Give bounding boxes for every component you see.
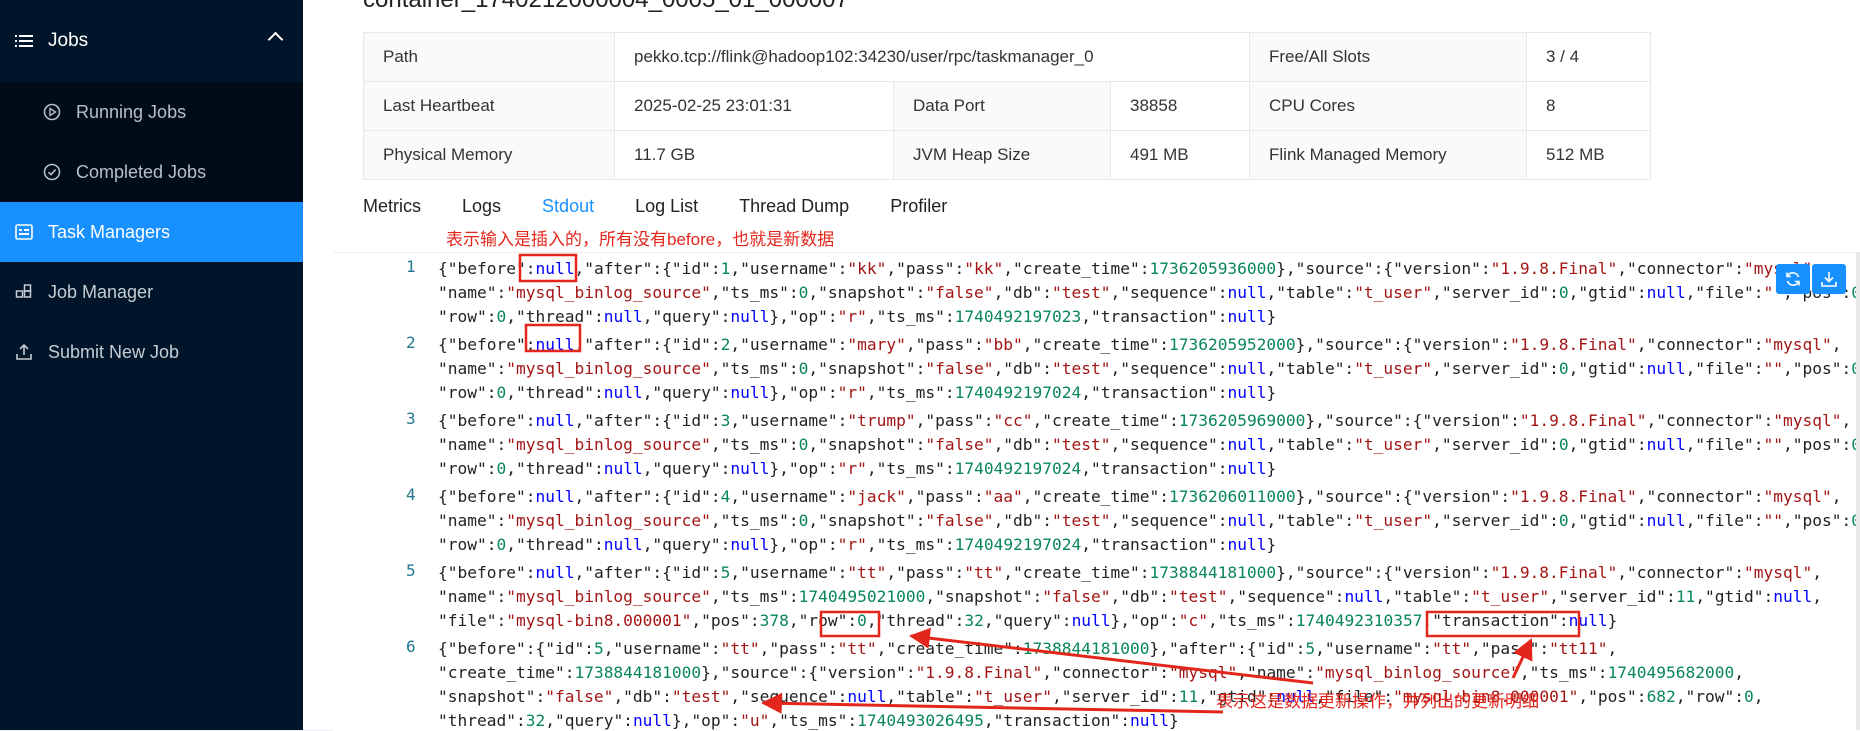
page-title: container_1740212000004_0005_01_000007: [363, 0, 849, 14]
cluster-icon: [14, 282, 34, 302]
tab-log-list[interactable]: Log List: [635, 196, 698, 220]
stdout-log-viewer[interactable]: 1 {"before":null,"after":{"id":1,"usernam…: [333, 252, 1860, 731]
tab-stdout[interactable]: Stdout: [542, 196, 594, 220]
sidebar-item-job-manager[interactable]: Job Manager: [0, 262, 303, 322]
log-line: 3 {"before":null,"after":{"id":3,"usernam…: [333, 405, 1860, 481]
log-text: {"before":null,"after":{"id":3,"username…: [438, 411, 1852, 430]
cpu-label: CPU Cores: [1249, 81, 1527, 131]
jvmheap-value: 491 MB: [1110, 130, 1250, 180]
line-number: 5: [406, 561, 416, 580]
cpu-value: 8: [1526, 81, 1651, 131]
log-line: 2 {"before":null,"after":{"id":2,"usernam…: [333, 329, 1860, 405]
log-text: "name":"mysql_binlog_source","ts_ms":0,"…: [438, 435, 1860, 454]
log-text: "row":0,"thread":null,"query":null},"op"…: [438, 459, 1277, 478]
log-text: {"before":null,"after":{"id":2,"username…: [438, 335, 1842, 354]
log-text: {"before":null,"after":{"id":5,"username…: [438, 563, 1822, 582]
tab-profiler[interactable]: Profiler: [890, 196, 947, 220]
log-text: "create_time":1738844181000},"source":{"…: [438, 663, 1745, 682]
log-line: 1 {"before":null,"after":{"id":1,"usernam…: [333, 253, 1860, 329]
log-text: {"before":{"id":5,"username":"tt","pass"…: [438, 639, 1618, 658]
main-content: container_1740212000004_0005_01_000007 P…: [303, 0, 1860, 731]
log-text: "row":0,"thread":null,"query":null},"op"…: [438, 307, 1277, 326]
download-icon: [1821, 272, 1837, 287]
slots-value: 3 / 4: [1526, 32, 1651, 82]
physmem-value: 11.7 GB: [614, 130, 894, 180]
list-icon: [14, 31, 34, 51]
scrollbar[interactable]: [1856, 252, 1860, 730]
download-button[interactable]: [1812, 264, 1846, 294]
log-text: "row":0,"thread":null,"query":null},"op"…: [438, 535, 1277, 554]
sidebar-item-completed-jobs[interactable]: Completed Jobs: [0, 142, 303, 202]
line-number: 1: [406, 257, 416, 276]
heartbeat-value: 2025-02-25 23:01:31: [614, 81, 894, 131]
sidebar-item-label: Task Managers: [48, 221, 171, 242]
tab-bar: Metrics Logs Stdout Log List Thread Dump…: [363, 196, 988, 220]
tab-logs[interactable]: Logs: [462, 196, 501, 220]
tab-thread-dump[interactable]: Thread Dump: [739, 196, 849, 220]
sidebar-group-label: Jobs: [48, 30, 89, 51]
log-line: 5 {"before":null,"after":{"id":5,"usernam…: [333, 557, 1860, 633]
annotation-update-note: 表示这是数据更新操作，并列出的更新明细: [1216, 692, 1539, 711]
log-toolbar: [1774, 264, 1846, 294]
sidebar-item-task-managers[interactable]: Task Managers: [0, 202, 303, 262]
log-text: "snapshot":"false","db":"test","sequence…: [438, 687, 1764, 706]
sidebar-group-jobs[interactable]: Jobs: [0, 0, 303, 82]
annotation-insert-note: 表示输入是插入的，所有没有before，也就是新数据: [446, 230, 835, 249]
check-circle-icon: [42, 162, 62, 182]
taskmanager-info-table: Path pekko.tcp://flink@hadoop102:34230/u…: [363, 32, 1651, 180]
sidebar-submenu: Running Jobs Completed Jobs: [0, 82, 303, 202]
log-text: "file":"mysql-bin8.000001","pos":378,"ro…: [438, 611, 1618, 630]
refresh-icon: [1786, 272, 1800, 286]
sidebar-item-label: Job Manager: [48, 281, 154, 302]
sidebar: Jobs Running Jobs Completed Jobs Task Ma…: [0, 0, 303, 730]
log-text: "row":0,"thread":null,"query":null},"op"…: [438, 383, 1277, 402]
sidebar-item-label: Running Jobs: [76, 101, 187, 122]
dataport-value: 38858: [1110, 81, 1250, 131]
line-number: 6: [406, 637, 416, 656]
flinkmem-label: Flink Managed Memory: [1249, 130, 1527, 180]
refresh-button[interactable]: [1776, 264, 1810, 294]
tab-metrics[interactable]: Metrics: [363, 196, 421, 220]
log-text: "name":"mysql_binlog_source","ts_ms":0,"…: [438, 359, 1860, 378]
log-text: "name":"mysql_binlog_source","ts_ms":0,"…: [438, 511, 1860, 530]
physmem-label: Physical Memory: [363, 130, 615, 180]
log-line: 6 {"before":{"id":5,"username":"tt","pass…: [333, 633, 1860, 731]
flinkmem-value: 512 MB: [1526, 130, 1651, 180]
path-value: pekko.tcp://flink@hadoop102:34230/user/r…: [614, 32, 1250, 82]
dashboard-icon: [14, 222, 34, 242]
play-circle-icon: [42, 102, 62, 122]
sidebar-item-submit-new-job[interactable]: Submit New Job: [0, 322, 303, 382]
line-number: 3: [406, 409, 416, 428]
sidebar-item-label: Submit New Job: [48, 341, 180, 362]
slots-label: Free/All Slots: [1249, 32, 1527, 82]
dataport-label: Data Port: [893, 81, 1111, 131]
upload-icon: [14, 342, 34, 362]
line-number: 2: [406, 333, 416, 352]
log-text: "thread":32,"query":null},"op":"u","ts_m…: [438, 711, 1179, 730]
line-number: 4: [406, 485, 416, 504]
heartbeat-label: Last Heartbeat: [363, 81, 615, 131]
log-text: {"before":null,"after":{"id":1,"username…: [438, 259, 1822, 278]
log-line: 4 {"before":null,"after":{"id":4,"usernam…: [333, 481, 1860, 557]
path-label: Path: [363, 32, 615, 82]
sidebar-item-running-jobs[interactable]: Running Jobs: [0, 82, 303, 142]
log-text: "name":"mysql_binlog_source","ts_ms":174…: [438, 587, 1823, 606]
log-text: {"before":null,"after":{"id":4,"username…: [438, 487, 1842, 506]
log-text: "name":"mysql_binlog_source","ts_ms":0,"…: [438, 283, 1860, 302]
sidebar-item-label: Completed Jobs: [76, 161, 207, 182]
chevron-up-icon: [267, 31, 284, 48]
jvmheap-label: JVM Heap Size: [893, 130, 1111, 180]
